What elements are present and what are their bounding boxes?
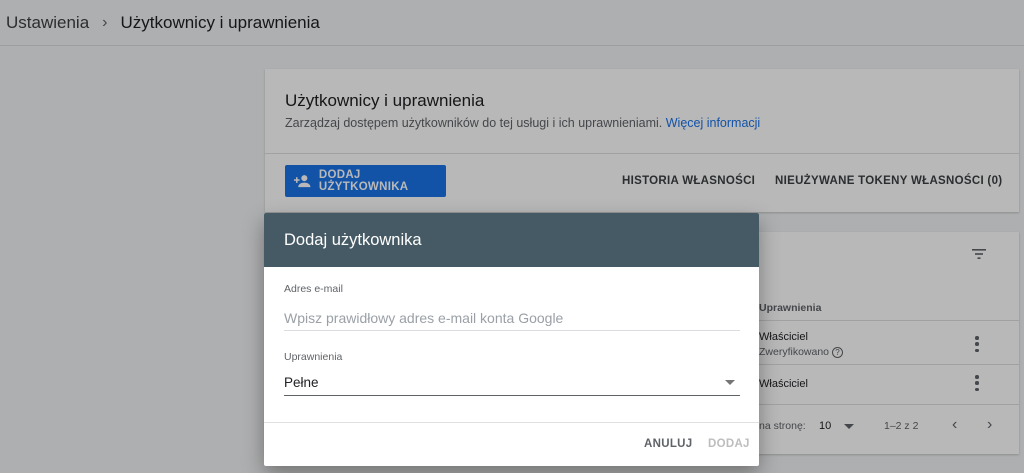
divider <box>264 422 759 423</box>
email-field-label: Adres e-mail <box>284 283 343 295</box>
dialog-title: Dodaj użytkownika <box>264 213 759 267</box>
add-button[interactable]: DODAJ <box>708 438 750 450</box>
add-user-dialog: Dodaj użytkownika Adres e-mail Uprawnien… <box>264 213 759 466</box>
permissions-field-label: Uprawnienia <box>284 351 343 363</box>
cancel-button[interactable]: ANULUJ <box>644 438 692 450</box>
dropdown-arrow-icon <box>725 380 735 385</box>
email-field[interactable] <box>284 305 740 331</box>
permissions-select-value: Pełne <box>284 375 319 390</box>
permissions-select[interactable]: Pełne <box>284 370 740 396</box>
